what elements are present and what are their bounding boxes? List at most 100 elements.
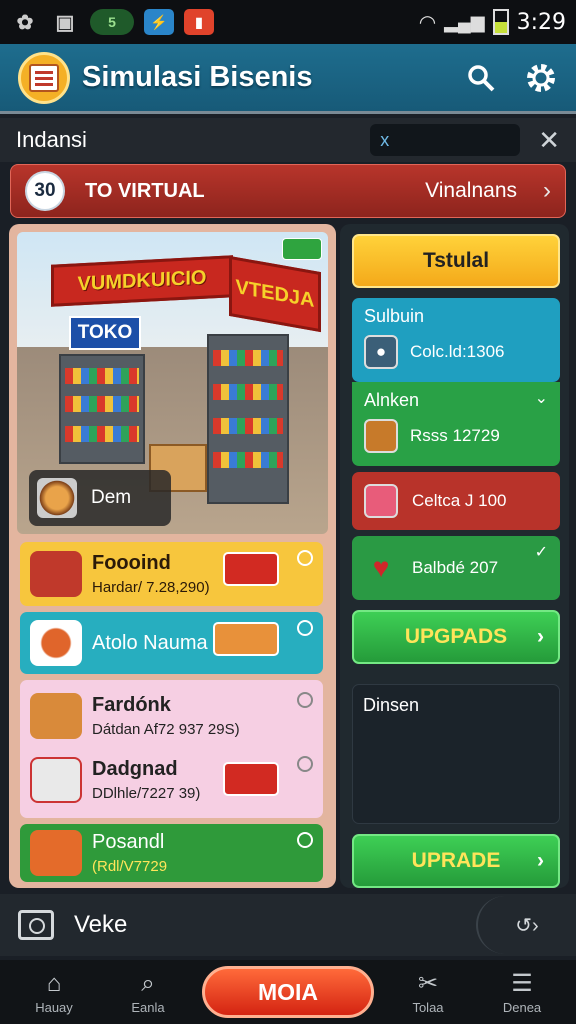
nav-label: Eanla bbox=[131, 999, 165, 1015]
card-value: Celtca J 100 bbox=[412, 491, 507, 510]
card-value: Colc.ld:1306 bbox=[410, 342, 505, 361]
chevron-right-icon: › bbox=[537, 849, 544, 872]
dem-badge[interactable]: Dem bbox=[29, 470, 171, 526]
drop-icon: ● bbox=[364, 335, 398, 369]
search-input[interactable]: x bbox=[370, 124, 521, 156]
bottom-bar: Veke ↺› bbox=[0, 894, 576, 956]
info-label: Dinsen bbox=[363, 695, 420, 715]
gear-icon[interactable] bbox=[524, 61, 558, 95]
pot-icon bbox=[30, 830, 82, 876]
shelf-left bbox=[59, 354, 145, 464]
item-subtitle: DDlhle/7227 39) bbox=[92, 785, 201, 802]
briefcase-icon: ▣ bbox=[55, 11, 75, 34]
list-item[interactable]: Posandl (Rdl/V7729 bbox=[20, 824, 323, 882]
dem-label: Dem bbox=[91, 487, 132, 508]
nav-menu[interactable]: ☰ Denea bbox=[482, 969, 562, 1015]
game-icon: ✿ bbox=[16, 11, 34, 34]
nav-home[interactable]: ⌂ Hauay bbox=[14, 970, 94, 1015]
level-banner[interactable]: 30 TO VIRTUAL Vinalnans › bbox=[10, 164, 566, 218]
status-bar: ✿ ▣ 5 ⚡ ▮ ◠ ▂▄▆ 3:29 bbox=[0, 0, 576, 44]
heart-icon: ♥ bbox=[372, 552, 390, 583]
item-subtitle: Hardar/ 7.28,290) bbox=[92, 579, 210, 596]
app-title: Simulasi Bisenis bbox=[82, 61, 313, 93]
wifi-icon: ◠ bbox=[418, 11, 437, 34]
chevron-right-icon: › bbox=[537, 625, 544, 648]
checkbox[interactable] bbox=[297, 832, 313, 848]
stat-card-3[interactable]: Celtca J 100 bbox=[352, 472, 560, 530]
main-action-button[interactable]: MOIA bbox=[202, 966, 374, 1018]
stat-card-1[interactable]: Sulbuin ● Colc.ld:1306 bbox=[352, 298, 560, 382]
basket-icon bbox=[30, 551, 82, 597]
card-value: Balbdé 207 bbox=[412, 558, 499, 577]
tutorial-button[interactable]: Tstulal bbox=[352, 234, 560, 288]
bag-icon bbox=[364, 484, 398, 518]
bowl-icon bbox=[30, 620, 82, 666]
search-value: x bbox=[380, 129, 390, 150]
upgrade-label: UPRADE bbox=[411, 849, 501, 872]
list-item[interactable]: Fardónk Dátdan Af72 937 29S) bbox=[20, 684, 323, 748]
close-icon[interactable]: ✕ bbox=[538, 125, 560, 156]
nav-label: Tolaa bbox=[412, 1000, 444, 1015]
list-item[interactable]: Atolo Nauma bbox=[20, 612, 323, 674]
checkbox[interactable] bbox=[297, 756, 313, 772]
banner-subtitle: Vinalnans bbox=[425, 179, 517, 202]
search-row: Indansi x ✕ bbox=[0, 118, 576, 162]
checkbox[interactable] bbox=[297, 692, 313, 708]
stat-card-2[interactable]: Alnken ⌄ Rsss 12729 bbox=[352, 382, 560, 466]
card-value: Rsss 12729 bbox=[410, 426, 500, 445]
list-group: Fardónk Dátdan Af72 937 29S) Dadgnad DDlhl… bbox=[20, 680, 323, 818]
shelf-right bbox=[207, 334, 289, 504]
stat-card-4[interactable]: ♥ Balbdé 207 ✓ bbox=[352, 536, 560, 600]
upgrade-label: UPGPADS bbox=[404, 625, 508, 648]
price-tag-icon bbox=[223, 762, 279, 796]
notification-icon: 5 bbox=[90, 9, 134, 35]
store-side-sign: VTEDJA bbox=[229, 255, 321, 333]
notification-count: 5 bbox=[108, 14, 116, 30]
list-item[interactable]: Foooind Hardar/ 7.28,290) bbox=[20, 542, 323, 606]
banner-title: TO VIRTUAL bbox=[85, 179, 205, 202]
checkbox[interactable] bbox=[297, 550, 313, 566]
nav-label: Hauay bbox=[35, 999, 73, 1015]
app-bar: Simulasi Bisenis bbox=[0, 44, 576, 114]
camera-icon[interactable] bbox=[18, 910, 54, 940]
chevron-down-icon: ⌄ bbox=[534, 390, 548, 407]
signal-icon: ▂▄▆ bbox=[444, 11, 485, 32]
battery-icon bbox=[492, 9, 509, 35]
menu-icon: ☰ bbox=[511, 970, 533, 997]
register-icon bbox=[29, 63, 59, 92]
level-badge: 30 bbox=[25, 171, 65, 211]
search-icon[interactable] bbox=[466, 63, 496, 93]
upgrade-button-2[interactable]: UPRADE › bbox=[352, 834, 560, 888]
list-item[interactable]: Dadgnad DDlhle/7227 39) bbox=[20, 748, 323, 812]
item-subtitle: Dátdan Af72 937 29S) bbox=[92, 721, 240, 738]
box-icon bbox=[364, 419, 398, 453]
card-heading: Alnken bbox=[364, 390, 420, 410]
price-tag-icon bbox=[223, 552, 279, 586]
item-subtitle: (Rdl/V7729 bbox=[92, 858, 168, 875]
card-heading: Sulbuin bbox=[364, 306, 425, 326]
item-title: Posandl bbox=[92, 831, 165, 853]
bottom-nav: ⌂ Hauay ⌕ Eanla MOIA ✂ Tolaa ☰ Denea bbox=[0, 960, 576, 1024]
search-doc-icon: ⌕ bbox=[141, 969, 155, 997]
item-title: Dadgnad bbox=[92, 758, 178, 780]
store-sign: VUMDKUICIO bbox=[51, 255, 233, 307]
bottom-label: Veke bbox=[74, 911, 128, 938]
check-icon: ✓ bbox=[534, 544, 548, 561]
nav-tools[interactable]: ✂ Tolaa bbox=[388, 969, 468, 1015]
store-icon: ▮ bbox=[184, 9, 214, 35]
item-title: Fardónk bbox=[92, 694, 171, 716]
container-icon bbox=[30, 757, 82, 803]
upgrade-button-1[interactable]: UPGPADS › bbox=[352, 610, 560, 664]
nav-label: Denea bbox=[502, 1000, 542, 1015]
next-button[interactable]: ↺› bbox=[476, 896, 576, 954]
toko-sign: TOKO bbox=[69, 316, 141, 350]
right-panel: Tstulal Sulbuin ● Colc.ld:1306 Alnken ⌄ R… bbox=[340, 224, 569, 888]
chevron-right-icon: › bbox=[543, 177, 551, 204]
nav-search[interactable]: ⌕ Eanla bbox=[108, 970, 188, 1015]
food-icon bbox=[30, 693, 82, 739]
checkbox[interactable] bbox=[297, 620, 313, 636]
menu-tag-icon bbox=[213, 622, 279, 656]
home-icon: ⌂ bbox=[46, 969, 62, 997]
app-icon: ⚡ bbox=[144, 9, 174, 35]
clock: 3:29 bbox=[516, 9, 566, 35]
